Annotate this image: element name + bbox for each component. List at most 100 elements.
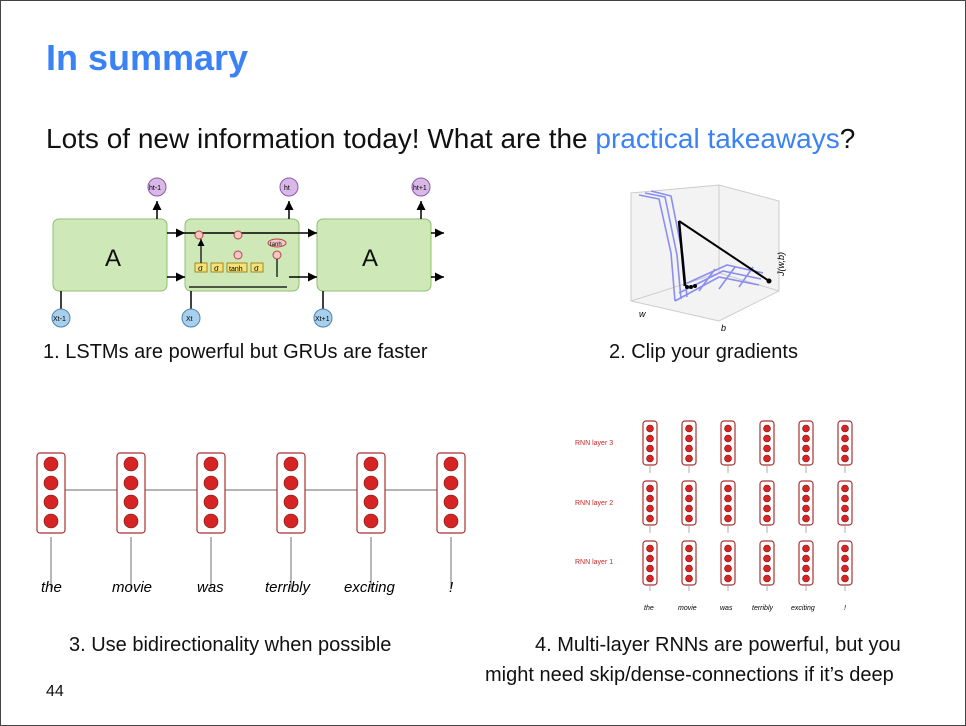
bi-word: was [197,579,224,596]
bi-rnn-cell [356,452,386,534]
svg-text:σ: σ [254,264,259,273]
layer-label: RNN layer 3 [575,440,613,447]
neuron [763,444,771,453]
neuron [203,513,219,529]
neuron [685,514,693,523]
neuron [802,564,810,573]
neuron [123,456,139,472]
slide-subtitle: Lots of new information today! What are … [46,123,855,155]
neuron [841,554,849,563]
neuron [841,434,849,443]
neuron [724,514,732,523]
lstm-cell-right-label: A [362,245,378,272]
layer-label: RNN layer 2 [575,500,613,507]
neuron [802,434,810,443]
subtitle-suffix: ? [839,123,856,154]
slide-title: In summary [46,37,249,78]
ml-word: movie [678,605,697,612]
neuron [443,475,459,491]
bi-rnn-cell [196,452,226,534]
neuron [763,574,771,583]
neuron [841,424,849,433]
svg-text:Xt+1: Xt+1 [315,316,330,323]
neuron [43,513,59,529]
neuron [685,484,693,493]
ml-rnn-cell [642,540,658,586]
takeaway-4-caption-line2: might need skip/dense-connections if it’… [485,664,894,686]
lstm-gates: σ σ tanh σ [194,262,264,273]
layer-label: RNN layer 1 [575,559,613,566]
neuron [724,554,732,563]
multilayer-rnn-diagram: RNN layer 3 RNN layer 2 RNN layer 1 the … [575,420,853,612]
neuron [841,514,849,523]
neuron [283,456,299,472]
plot-z-label: J(w,b) [776,252,786,277]
neuron [203,475,219,491]
neuron [363,475,379,491]
neuron [802,554,810,563]
neuron [841,454,849,463]
neuron [685,564,693,573]
neuron [646,454,654,463]
bi-rnn-cell [436,452,466,534]
neuron [724,544,732,553]
neuron [841,544,849,553]
neuron [724,444,732,453]
neuron [123,494,139,510]
svg-text:σ: σ [198,264,203,273]
bi-rnn-cell [276,452,306,534]
svg-text:ht+1: ht+1 [413,185,427,192]
neuron [685,424,693,433]
bi-word-row: the movie was terribly exciting ! [21,579,481,603]
neuron [646,424,654,433]
takeaway-2-caption: 2. Clip your gradients [609,341,798,363]
neuron [283,475,299,491]
neuron [802,424,810,433]
neuron [724,454,732,463]
neuron [841,574,849,583]
neuron [646,444,654,453]
plot-x-label: w [639,309,646,319]
neuron [763,434,771,443]
neuron [685,434,693,443]
neuron [841,444,849,453]
neuron [685,444,693,453]
bi-word: movie [112,579,153,596]
bi-word: the [41,579,62,596]
ml-word: was [720,605,733,612]
lstm-diagram: A A σ σ tanh σ tanh ht-1 ht ht+1 Xt-1 Xt… [51,177,444,328]
neuron [646,544,654,553]
ml-rnn-cell [681,480,697,526]
neuron [841,494,849,503]
neuron [43,494,59,510]
neuron [443,456,459,472]
neuron [123,513,139,529]
neuron [802,504,810,513]
neuron [724,424,732,433]
subtitle-prefix: Lots of new information today! What are … [46,123,596,154]
neuron [443,494,459,510]
ml-rnn-cell [720,480,736,526]
ml-rnn-cell [759,420,775,466]
page-number: 44 [46,683,64,700]
neuron [724,574,732,583]
neuron [763,514,771,523]
neuron [646,514,654,523]
neuron [763,494,771,503]
ml-rnn-cell [759,480,775,526]
neuron [43,475,59,491]
bi-arrows [50,489,452,589]
neuron [685,554,693,563]
neuron [363,456,379,472]
neuron [724,494,732,503]
neuron [363,513,379,529]
bidirectional-rnn-diagram [36,452,466,589]
bi-rnn-cell [116,452,146,534]
neuron [685,494,693,503]
lstm-cell-left-label: A [105,245,121,272]
bi-word: ! [449,579,454,596]
neuron [802,574,810,583]
neuron [802,484,810,493]
neuron [724,434,732,443]
neuron [685,574,693,583]
